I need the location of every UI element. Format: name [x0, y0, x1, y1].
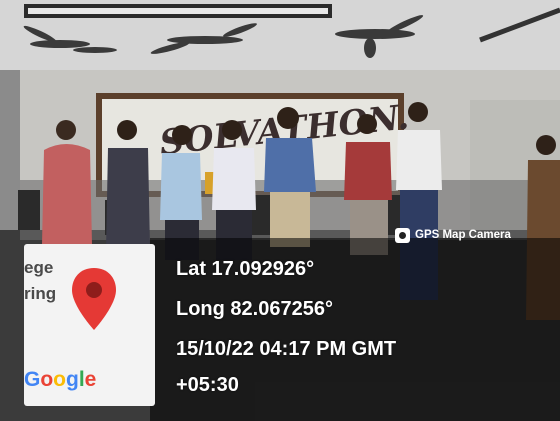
- google-logo: Google: [24, 368, 97, 391]
- datetime-text: 15/10/22 04:17 PM GMT: [176, 338, 397, 360]
- map-label-fragment: ring: [24, 284, 57, 303]
- latitude-text: Lat 17.092926°: [176, 258, 315, 280]
- map-thumbnail[interactable]: ege ring Google: [24, 244, 155, 406]
- map-label-fragment: ege: [24, 258, 54, 277]
- gps-map-camera-text: GPS Map Camera: [415, 229, 511, 241]
- longitude-text: Long 82.067256°: [176, 298, 333, 320]
- camera-icon: [395, 227, 410, 243]
- map-pin-icon: [72, 268, 116, 330]
- gps-map-camera-label: GPS Map Camera: [395, 224, 511, 246]
- timezone-text: +05:30: [176, 374, 239, 396]
- photo-frame: SOLVATHON. GPS Map Camera ege ring Googl…: [0, 0, 560, 421]
